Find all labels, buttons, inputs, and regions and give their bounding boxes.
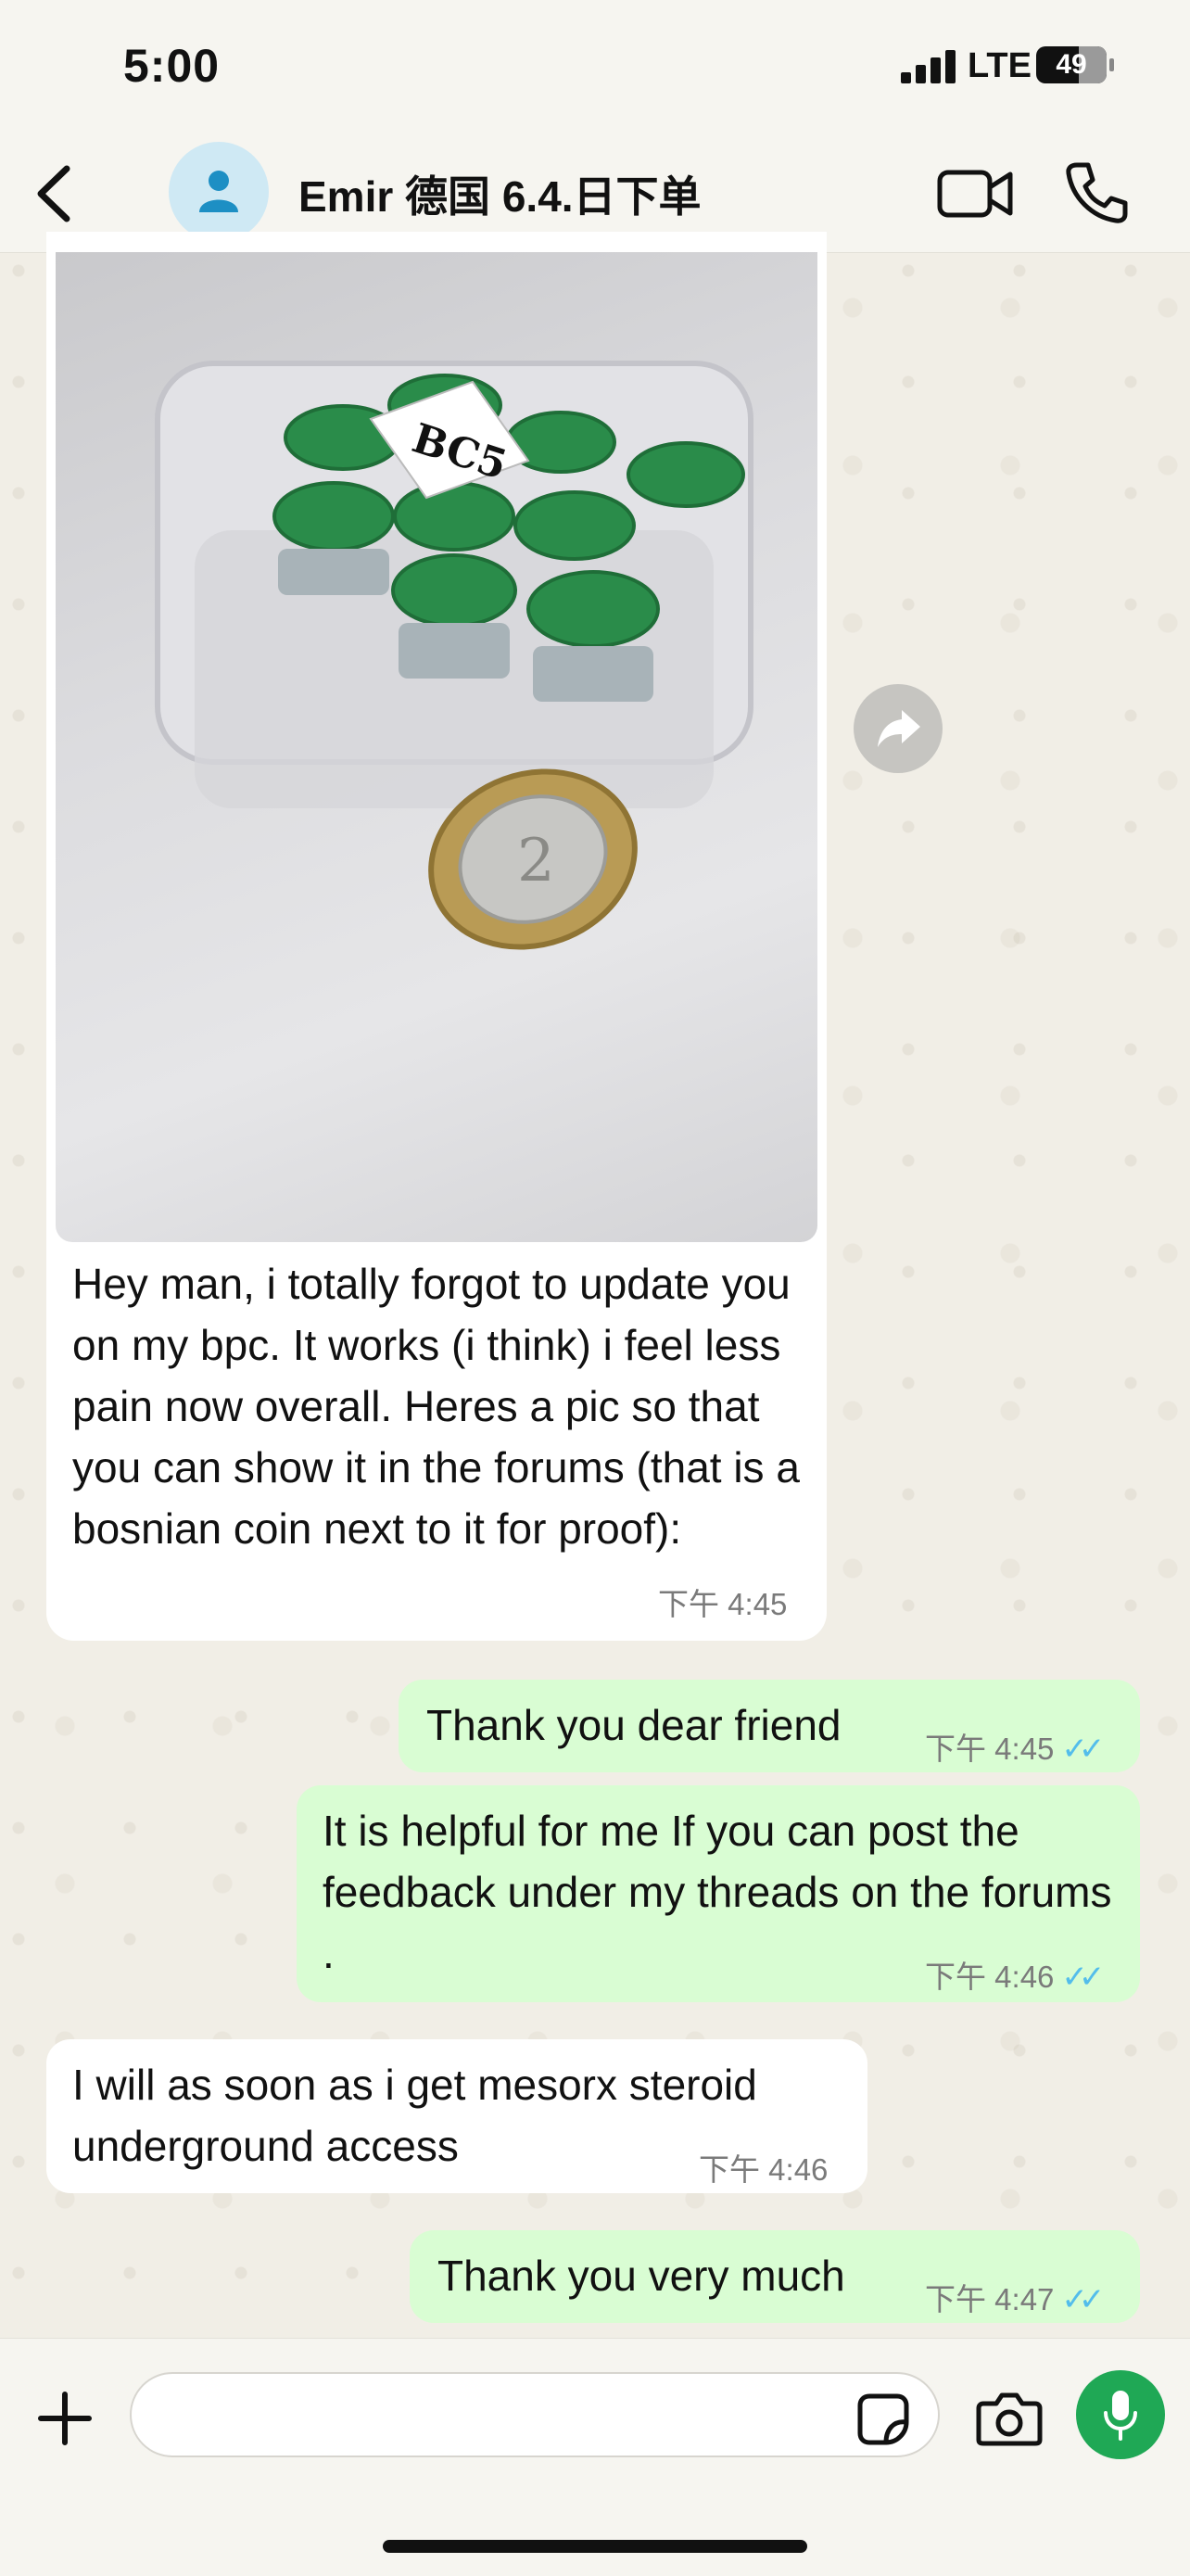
message-bubble-incoming[interactable]: BC5 2 Hey man, i totally forgot to updat… <box>46 232 827 1641</box>
video-camera-icon <box>937 170 1013 218</box>
sticker-icon <box>857 2393 909 2445</box>
voice-message-button[interactable] <box>1076 2370 1165 2459</box>
home-indicator[interactable] <box>383 2540 807 2553</box>
sticker-button[interactable] <box>856 2392 910 2446</box>
message-time: 下午 4:45 <box>658 1587 788 1621</box>
attach-button[interactable] <box>37 2391 93 2446</box>
message-bubble-outgoing[interactable]: It is helpful for me If you can post the… <box>297 1785 1140 2002</box>
forward-icon <box>878 710 920 747</box>
status-bar: 5:00 LTE 49 <box>0 0 1190 139</box>
message-time: 下午 4:47 <box>925 2282 1055 2316</box>
message-time: 下午 4:46 <box>925 1960 1055 1994</box>
forward-button[interactable] <box>854 684 943 773</box>
message-text: Thank you very much <box>437 2252 845 2300</box>
contact-name[interactable]: Emir 德国 6.4.日下单 <box>298 163 702 224</box>
coin-denomination: 2 <box>517 827 555 895</box>
message-text: Hey man, i totally forgot to update you … <box>72 1260 800 1553</box>
back-button[interactable] <box>28 161 83 226</box>
person-icon <box>199 171 238 212</box>
battery-level: 49 <box>1056 49 1087 80</box>
read-receipt-icon: ✓✓ <box>1061 1732 1105 1767</box>
message-time: 下午 4:45 <box>925 1732 1055 1766</box>
battery-icon: 49 <box>1036 46 1114 83</box>
message-bubble-outgoing[interactable]: Thank you very much 下午 4:47 ✓✓ <box>410 2230 1140 2323</box>
camera-icon <box>976 2392 1043 2446</box>
status-time: 5:00 <box>123 40 221 92</box>
microphone-icon <box>1104 2391 1137 2441</box>
video-call-button[interactable] <box>936 165 1014 222</box>
read-receipt-icon: ✓✓ <box>1061 2282 1105 2317</box>
chevron-left-icon <box>37 165 70 222</box>
camera-button[interactable] <box>976 2391 1043 2446</box>
vial-box-photo: BC5 2 <box>155 361 753 950</box>
message-bubble-outgoing[interactable]: Thank you dear friend 下午 4:45 ✓✓ <box>399 1680 1140 1772</box>
message-bubble-incoming[interactable]: I will as soon as i get mesorx steroid u… <box>46 2039 867 2193</box>
message-text: Thank you dear friend <box>426 1701 842 1749</box>
read-receipt-icon: ✓✓ <box>1061 1960 1105 1995</box>
message-time: 下午 4:46 <box>699 2152 829 2187</box>
signal-icon <box>901 50 958 83</box>
phone-icon <box>1066 162 1128 223</box>
message-photo[interactable]: BC5 2 <box>56 252 817 1242</box>
voice-call-button[interactable] <box>1064 159 1129 224</box>
message-input[interactable] <box>130 2372 940 2457</box>
contact-avatar[interactable] <box>169 142 269 242</box>
plus-icon <box>38 2392 92 2445</box>
network-label: LTE <box>968 46 1032 85</box>
